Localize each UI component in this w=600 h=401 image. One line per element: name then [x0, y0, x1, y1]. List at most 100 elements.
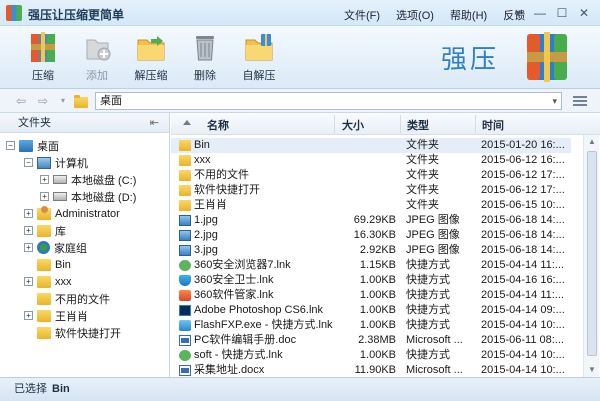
file-row[interactable]: 360安全浏览器7.lnk 1.15KB 快捷方式 2015-04-14 11:...: [171, 258, 571, 273]
self-extract-icon: [243, 30, 275, 64]
pane-collapse-icon[interactable]: ⇤: [150, 113, 159, 133]
view-mode-icon[interactable]: [573, 94, 587, 108]
up-folder-icon[interactable]: [74, 94, 88, 108]
close-button[interactable]: ✕: [574, 4, 594, 21]
collapse-icon[interactable]: −: [6, 141, 15, 150]
menu-options[interactable]: 选项(O): [396, 7, 434, 23]
ffxp-file-icon: [179, 320, 191, 331]
path-input[interactable]: 桌面 ▾: [95, 92, 562, 110]
file-row[interactable]: 3.jpg 2.92KB JPEG 图像 2015-06-18 14:...: [171, 243, 571, 258]
path-dropdown-icon[interactable]: ▾: [552, 93, 557, 109]
expand-icon[interactable]: +: [24, 243, 33, 252]
forward-arrow-icon[interactable]: ⇨: [36, 94, 50, 108]
menu-help[interactable]: 帮助(H): [450, 7, 487, 23]
file-row[interactable]: xxx 文件夹 2015-06-12 16:...: [171, 153, 571, 168]
file-name: 软件快捷打开: [194, 184, 260, 196]
delete-button[interactable]: 删除: [179, 30, 231, 83]
file-type: 快捷方式: [406, 319, 450, 331]
path-text: 桌面: [100, 95, 122, 107]
file-name: 360安全卫士.lnk: [194, 274, 274, 286]
scroll-thumb[interactable]: [587, 151, 597, 356]
tree-item-label: 计算机: [55, 157, 88, 170]
expand-icon[interactable]: +: [40, 192, 49, 201]
file-row[interactable]: soft - 快捷方式.lnk 1.00KB 快捷方式 2015-04-14 10:.…: [171, 348, 571, 363]
file-time: 2015-06-12 16:...: [481, 154, 565, 166]
vertical-scrollbar[interactable]: ▲ ▼: [583, 135, 599, 377]
maximize-button[interactable]: ☐: [552, 4, 572, 21]
file-type: 快捷方式: [406, 289, 450, 301]
file-row[interactable]: Bin 文件夹 2015-01-20 16:...: [171, 138, 571, 153]
tree-item[interactable]: + 王肖肖: [24, 307, 88, 324]
folder-file-icon: [179, 200, 191, 211]
column-type[interactable]: 类型: [407, 117, 429, 133]
folder-icon: [37, 309, 51, 322]
file-size: 1.00KB: [359, 319, 396, 331]
extract-button[interactable]: 解压缩: [125, 30, 177, 83]
expand-icon[interactable]: +: [24, 209, 33, 218]
skin-dropdown-icon[interactable]: ▾: [508, 4, 528, 21]
tree-item[interactable]: − 计算机: [24, 154, 88, 171]
file-row[interactable]: 采集地址.docx 11.90KB Microsoft ... 2015-04-14 …: [171, 363, 571, 378]
tree-item[interactable]: 不用的文件: [24, 290, 110, 307]
file-row[interactable]: 360软件管家.lnk 1.00KB 快捷方式 2015-04-14 11:...: [171, 288, 571, 303]
file-row[interactable]: Adobe Photoshop CS6.lnk 1.00KB 快捷方式 2015-04…: [171, 303, 571, 318]
history-dropdown-icon[interactable]: ▾: [56, 94, 70, 108]
add-button[interactable]: 添加: [71, 30, 123, 83]
file-name: 3.jpg: [194, 244, 218, 256]
file-type: 文件夹: [406, 184, 439, 196]
tree-item[interactable]: + 家庭组: [24, 239, 87, 256]
expand-icon[interactable]: +: [24, 277, 33, 286]
file-row[interactable]: PC软件编辑手册.doc 2.38MB Microsoft ... 2015-06-1…: [171, 333, 571, 348]
tree-item[interactable]: + 本地磁盘 (D:): [40, 188, 136, 205]
lnk-green-file-icon: [179, 350, 191, 361]
tree-item[interactable]: + 本地磁盘 (C:): [40, 171, 136, 188]
file-row[interactable]: 王肖肖 文件夹 2015-06-15 10:...: [171, 198, 571, 213]
tree-item[interactable]: + 库: [24, 222, 66, 239]
add-file-icon: [81, 30, 113, 64]
column-size[interactable]: 大小: [342, 117, 364, 133]
file-row[interactable]: 360安全卫士.lnk 1.00KB 快捷方式 2015-04-16 16:...: [171, 273, 571, 288]
expand-icon[interactable]: +: [24, 226, 33, 235]
tree-item[interactable]: Bin: [24, 256, 71, 273]
desktop-icon: [19, 139, 33, 152]
file-size: 69.29KB: [353, 214, 396, 226]
tree-item[interactable]: − 桌面: [6, 137, 59, 154]
minimize-button[interactable]: —: [530, 4, 550, 21]
collapse-icon[interactable]: −: [24, 158, 33, 167]
scroll-down-icon[interactable]: ▼: [584, 363, 600, 377]
file-type: Microsoft ...: [406, 334, 463, 346]
folder-icon: [37, 258, 51, 271]
expand-icon[interactable]: +: [24, 311, 33, 320]
back-arrow-icon[interactable]: ⇦: [14, 94, 28, 108]
menu-file[interactable]: 文件(F): [344, 7, 380, 23]
file-list-pane: 名称 大小 类型 时间 Bin 文件夹 2015-01-20 16:... xxx 文件…: [171, 113, 600, 377]
file-name: xxx: [194, 154, 211, 166]
file-type: 文件夹: [406, 139, 439, 151]
drive-icon: [53, 192, 67, 201]
folder-file-icon: [179, 155, 191, 166]
brand-text: 强压: [441, 45, 500, 75]
doc-file-icon: [179, 365, 191, 376]
file-time: 2015-06-18 14:...: [481, 229, 565, 241]
tree-item[interactable]: 软件快捷打开: [24, 324, 121, 341]
expand-icon[interactable]: +: [40, 175, 49, 184]
compress-button[interactable]: 压缩: [17, 30, 69, 83]
net-icon: [37, 241, 50, 254]
scroll-up-icon[interactable]: ▲: [584, 135, 600, 149]
file-row[interactable]: 不用的文件 文件夹 2015-06-12 17:...: [171, 168, 571, 183]
self-extract-button[interactable]: 自解压: [233, 30, 285, 83]
file-row[interactable]: 软件快捷打开 文件夹 2015-06-12 17:...: [171, 183, 571, 198]
file-row[interactable]: 2.jpg 16.30KB JPEG 图像 2015-06-18 14:...: [171, 228, 571, 243]
tree-item[interactable]: + xxx: [24, 273, 72, 290]
file-row[interactable]: FlashFXP.exe - 快捷方式.lnk 1.00KB 快捷方式 2015-04…: [171, 318, 571, 333]
column-name[interactable]: 名称: [207, 117, 229, 133]
tree-item[interactable]: + Administrator: [24, 205, 120, 222]
tree-item-label: 不用的文件: [55, 293, 110, 306]
tree-item-label: 软件快捷打开: [55, 327, 121, 340]
tree-item-label: 本地磁盘 (D:): [71, 191, 137, 204]
file-name: 采集地址.docx: [194, 364, 265, 376]
doc-file-icon: [179, 335, 191, 346]
file-row[interactable]: 1.jpg 69.29KB JPEG 图像 2015-06-18 14:...: [171, 213, 571, 228]
column-time[interactable]: 时间: [482, 117, 504, 133]
